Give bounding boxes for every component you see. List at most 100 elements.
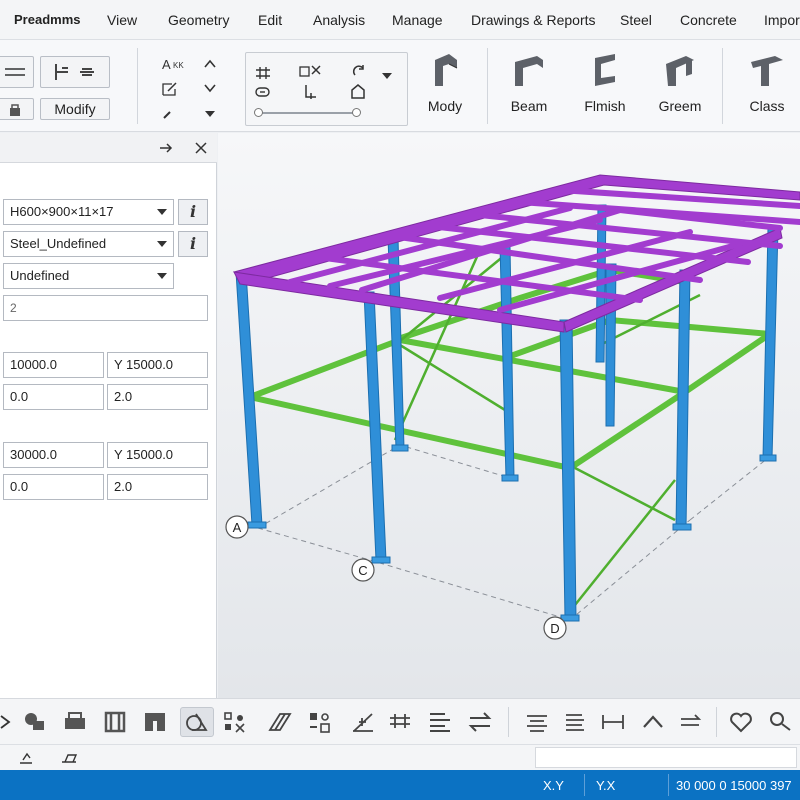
layers-icon[interactable] xyxy=(522,707,552,737)
grid-snap-icon[interactable] xyxy=(254,65,272,81)
greem-button[interactable]: Greem xyxy=(645,52,715,114)
material-info-icon[interactable]: i xyxy=(178,231,208,257)
distribute-tool-icon[interactable] xyxy=(425,707,455,737)
start-z1-field[interactable]: 0.0 xyxy=(3,384,104,410)
search-user-icon[interactable] xyxy=(766,707,796,737)
chevron-down-icon xyxy=(157,241,167,247)
lock-icon xyxy=(10,104,20,116)
greem-icon xyxy=(666,56,694,86)
grid-label-a-text: A xyxy=(233,520,242,535)
menu-bar: Preadmms View Geometry Edit Analysis Man… xyxy=(0,0,800,40)
pencil-icon[interactable] xyxy=(160,106,176,122)
lock-button[interactable] xyxy=(0,98,34,120)
panel-header xyxy=(0,133,217,163)
menu-edit[interactable]: Edit xyxy=(258,12,282,28)
menu-view[interactable]: View xyxy=(107,12,137,28)
slider-handle-end[interactable] xyxy=(352,108,361,117)
command-input[interactable] xyxy=(535,747,797,768)
flmish-icon xyxy=(595,54,615,86)
profile-info-icon[interactable]: i xyxy=(178,199,208,225)
delete-node-icon[interactable] xyxy=(298,63,322,81)
menu-analysis[interactable]: Analysis xyxy=(313,12,365,28)
swap-tool-icon[interactable] xyxy=(465,707,495,737)
grid-label-a[interactable]: A xyxy=(225,515,249,539)
slope-tool-icon[interactable] xyxy=(265,707,295,737)
toolbar-separator xyxy=(716,707,717,737)
printer-icon[interactable] xyxy=(60,707,90,737)
profile-select[interactable]: H600×900×11×17 xyxy=(3,199,174,225)
mody-label: Mody xyxy=(427,98,463,114)
close-icon[interactable] xyxy=(194,141,208,155)
model-viewport[interactable]: A C D xyxy=(218,133,800,698)
corner-icon[interactable] xyxy=(302,83,320,101)
start-y-field[interactable]: Y 15000.0 xyxy=(107,352,208,378)
house-icon[interactable] xyxy=(350,83,366,101)
group-dropdown-icon[interactable] xyxy=(380,71,394,81)
end-z2-field[interactable]: 2.0 xyxy=(107,474,208,500)
transfer-icon[interactable] xyxy=(676,707,706,737)
column-tool-icon[interactable] xyxy=(100,707,130,737)
dropdown-arrow-icon[interactable] xyxy=(202,108,218,120)
menu-geometry[interactable]: Geometry xyxy=(168,12,229,28)
section-button[interactable] xyxy=(40,56,110,88)
chevron-up-icon[interactable] xyxy=(202,56,218,72)
coord-mode-yx[interactable]: Y.X xyxy=(596,778,615,793)
align-tool-icon[interactable] xyxy=(385,707,415,737)
status-divider xyxy=(584,774,585,796)
angle-tool-icon[interactable] xyxy=(348,707,378,737)
heart-icon[interactable] xyxy=(726,707,756,737)
coord-mode-xy[interactable]: X.Y xyxy=(543,778,564,793)
arrow-right-icon[interactable] xyxy=(0,707,20,737)
beam-button[interactable]: Beam xyxy=(494,52,564,114)
menu-drawings-reports[interactable]: Drawings & Reports xyxy=(471,12,596,28)
shape-select-icon[interactable] xyxy=(180,707,214,737)
text-tool-icon[interactable]: A KK xyxy=(160,56,190,72)
properties-panel: H600×900×11×17 i Steel_Undefined i Undef… xyxy=(0,133,217,698)
shapes-icon[interactable] xyxy=(20,707,50,737)
bottom-toolbar xyxy=(0,698,800,744)
pen-icon[interactable] xyxy=(18,750,34,766)
menu-steel[interactable]: Steel xyxy=(620,12,652,28)
chevron-up-icon[interactable] xyxy=(638,707,668,737)
modify-button[interactable]: Modify xyxy=(40,98,110,120)
menu-concrete[interactable]: Concrete xyxy=(680,12,737,28)
menu-manage[interactable]: Manage xyxy=(392,12,443,28)
node-tool-icon[interactable] xyxy=(220,707,250,737)
flmish-button[interactable]: Flmish xyxy=(570,52,640,114)
chevron-down-icon[interactable] xyxy=(202,80,218,96)
svg-text:KK: KK xyxy=(173,61,184,70)
flmish-label: Flmish xyxy=(584,98,626,114)
frame-tool-icon[interactable] xyxy=(140,707,170,737)
edit-shape-icon[interactable] xyxy=(160,80,180,98)
app-title: Preadmms xyxy=(14,12,81,27)
grid-label-d[interactable]: D xyxy=(543,616,567,640)
steel-frame-model[interactable]: A C D xyxy=(218,133,800,698)
ribbon-separator xyxy=(722,48,723,124)
text-align-icon[interactable] xyxy=(560,707,590,737)
rotate-icon[interactable] xyxy=(350,63,368,81)
material-select[interactable]: Steel_Undefined xyxy=(3,231,174,257)
pattern-tool-icon[interactable] xyxy=(305,707,335,737)
end-z1-field[interactable]: 0.0 xyxy=(3,474,104,500)
eraser-icon[interactable] xyxy=(60,750,78,766)
end-x-field[interactable]: 30000.0 xyxy=(3,442,104,468)
class-button[interactable]: Class xyxy=(732,52,800,114)
pin-arrow-icon[interactable] xyxy=(158,141,174,155)
class-select[interactable]: Undefined xyxy=(3,263,174,289)
grid-label-d-text: D xyxy=(550,621,559,636)
menu-import[interactable]: Impor xyxy=(764,12,800,28)
end-y-field[interactable]: Y 15000.0 xyxy=(107,442,208,468)
start-x-field[interactable]: 10000.0 xyxy=(3,352,104,378)
mody-button[interactable]: Mody xyxy=(410,52,480,114)
start-z2-field[interactable]: 2.0 xyxy=(107,384,208,410)
slider-handle-start[interactable] xyxy=(254,108,263,117)
section-icon xyxy=(55,64,94,80)
slider-track[interactable] xyxy=(258,112,358,114)
dimension-icon[interactable] xyxy=(598,707,628,737)
link-icon[interactable] xyxy=(254,85,272,99)
name-field[interactable]: 2 xyxy=(3,295,208,321)
line-style-button[interactable] xyxy=(0,56,34,88)
material-value: Steel_Undefined xyxy=(10,236,107,251)
grid-label-c[interactable]: C xyxy=(351,558,375,582)
chevron-down-icon xyxy=(157,209,167,215)
